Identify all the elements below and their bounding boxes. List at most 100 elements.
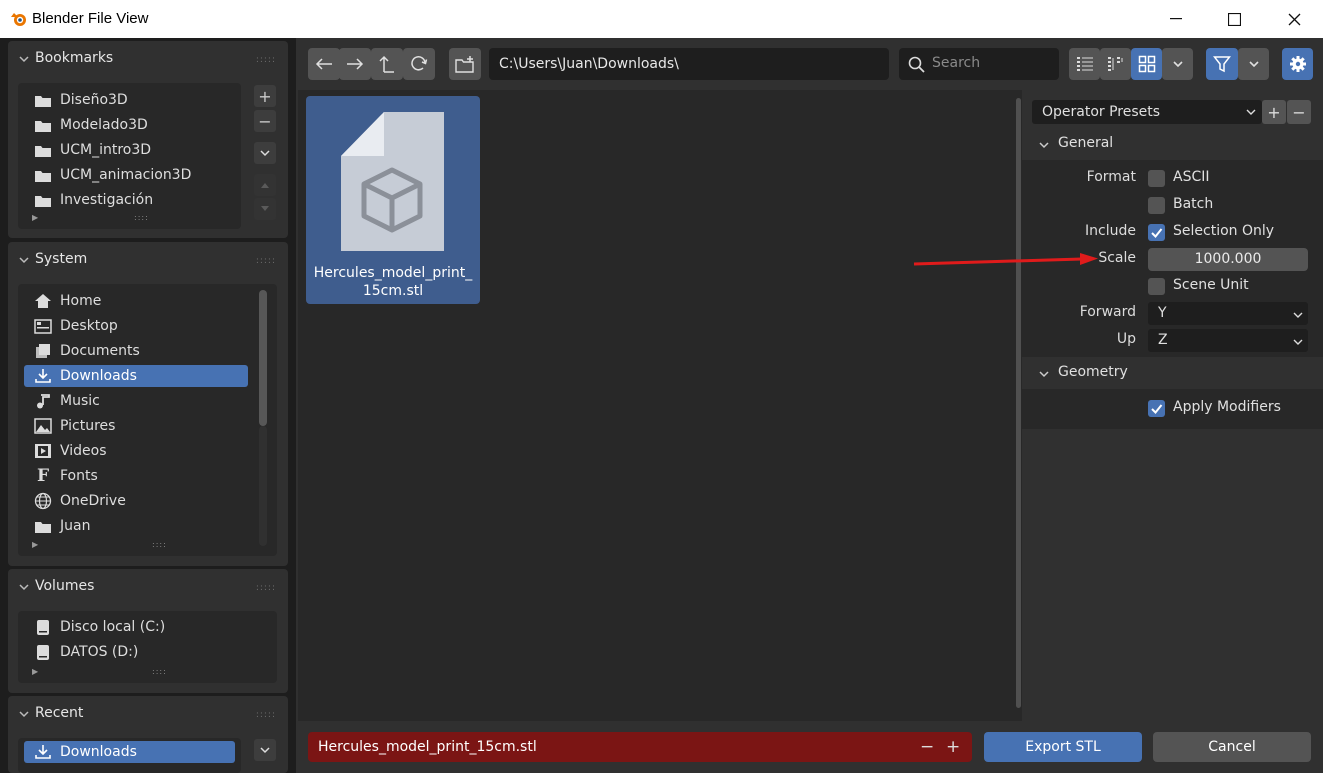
file-area-scrollbar[interactable] xyxy=(1016,98,1021,708)
filter-options-dropdown[interactable] xyxy=(1238,48,1269,80)
bookmark-item[interactable]: Modelado3D xyxy=(24,114,234,136)
system-item-downloads[interactable]: Downloads xyxy=(24,365,248,387)
system-scrollbar-track[interactable] xyxy=(259,426,267,546)
system-item-onedrive[interactable]: OneDrive xyxy=(24,490,248,512)
ascii-checkbox[interactable] xyxy=(1148,170,1165,187)
up-dropdown[interactable]: Z xyxy=(1148,329,1308,352)
move-up-button[interactable] xyxy=(254,174,276,196)
file-item[interactable]: Hercules_model_print_ 15cm.stl xyxy=(306,96,480,304)
back-button[interactable] xyxy=(308,48,340,80)
volume-item-d[interactable]: DATOS (D:) xyxy=(24,641,248,663)
videos-icon xyxy=(32,442,54,460)
disk-icon xyxy=(32,643,54,661)
system-item-fonts[interactable]: F Fonts xyxy=(24,465,248,487)
refresh-button[interactable] xyxy=(403,48,435,80)
decrement-filename-button[interactable]: − xyxy=(920,732,934,762)
volume-item-c[interactable]: Disco local (C:) xyxy=(24,616,248,638)
music-icon xyxy=(32,392,54,410)
operator-presets-dropdown[interactable]: Operator Presets xyxy=(1032,100,1262,124)
bookmark-item[interactable]: Investigación xyxy=(24,189,234,211)
recent-header[interactable]: Recent ::::: xyxy=(8,696,288,732)
search-input[interactable]: Search xyxy=(899,48,1059,80)
remove-bookmark-button[interactable]: − xyxy=(254,110,276,132)
list-vertical-icon xyxy=(1076,57,1093,71)
drag-grip-icon[interactable]: ::::: xyxy=(256,55,276,65)
display-options-dropdown[interactable] xyxy=(1162,48,1193,80)
maximize-icon xyxy=(1227,12,1241,26)
recent-menu-button[interactable] xyxy=(254,739,276,761)
chevron-down-icon xyxy=(1039,371,1049,378)
bookmarks-title: Bookmarks xyxy=(35,50,114,66)
system-scrollbar[interactable] xyxy=(259,290,267,426)
resize-grip-icon[interactable]: :::: xyxy=(152,667,167,676)
drag-grip-icon[interactable]: ::::: xyxy=(256,583,276,593)
close-icon xyxy=(1288,13,1300,25)
system-item-desktop[interactable]: Desktop xyxy=(24,315,248,337)
drag-grip-icon[interactable]: ::::: xyxy=(256,256,276,266)
remove-preset-button[interactable]: − xyxy=(1287,100,1311,124)
geometry-header[interactable]: Geometry xyxy=(1022,357,1323,389)
forward-button[interactable] xyxy=(339,48,371,80)
globe-icon xyxy=(32,492,54,510)
operator-properties-panel: Operator Presets + − General Format ASCI… xyxy=(1022,90,1323,721)
path-input[interactable]: C:\Users\Juan\Downloads\ xyxy=(489,48,889,80)
increment-filename-button[interactable]: + xyxy=(946,732,960,762)
forward-dropdown[interactable]: Y xyxy=(1148,302,1308,325)
expand-triangle-icon[interactable]: ▶ xyxy=(32,540,38,549)
system-item-pictures[interactable]: Pictures xyxy=(24,415,248,437)
system-item-label: Videos xyxy=(60,443,107,459)
file-browser-area[interactable]: Hercules_model_print_ 15cm.stl xyxy=(298,90,1022,721)
display-list-vertical-button[interactable] xyxy=(1069,48,1100,80)
bookmarks-header[interactable]: Bookmarks ::::: xyxy=(8,41,288,77)
batch-checkbox[interactable] xyxy=(1148,197,1165,214)
download-icon xyxy=(32,367,54,385)
settings-button[interactable] xyxy=(1282,48,1313,80)
display-thumbnails-button[interactable] xyxy=(1131,48,1162,80)
batch-label[interactable]: Batch xyxy=(1173,196,1213,212)
expand-triangle-icon[interactable]: ▶ xyxy=(32,213,38,222)
scale-field[interactable]: 1000.000 xyxy=(1148,248,1308,271)
bookmark-item[interactable]: UCM_intro3D xyxy=(24,139,234,161)
resize-grip-icon[interactable]: :::: xyxy=(134,213,149,222)
apply-modifiers-checkbox[interactable] xyxy=(1148,400,1165,417)
maximize-button[interactable] xyxy=(1205,0,1263,38)
volumes-header[interactable]: Volumes ::::: xyxy=(8,569,288,605)
add-bookmark-button[interactable]: + xyxy=(254,85,276,107)
display-list-horizontal-button[interactable] xyxy=(1100,48,1131,80)
bookmark-label: UCM_animacion3D xyxy=(60,167,192,183)
expand-triangle-icon[interactable]: ▶ xyxy=(32,667,38,676)
close-button[interactable] xyxy=(1265,0,1323,38)
recent-item-downloads[interactable]: Downloads xyxy=(24,741,235,763)
apply-modifiers-label[interactable]: Apply Modifiers xyxy=(1173,399,1281,415)
move-down-button[interactable] xyxy=(254,198,276,220)
scene-unit-checkbox[interactable] xyxy=(1148,278,1165,295)
operator-presets-label: Operator Presets xyxy=(1042,104,1161,120)
system-item-videos[interactable]: Videos xyxy=(24,440,248,462)
general-header[interactable]: General xyxy=(1022,128,1323,160)
drag-grip-icon[interactable]: ::::: xyxy=(256,710,276,720)
resize-grip-icon[interactable]: :::: xyxy=(152,540,167,549)
system-item-juan[interactable]: Juan xyxy=(24,515,248,537)
bookmark-item[interactable]: UCM_animacion3D xyxy=(24,164,234,186)
add-preset-button[interactable]: + xyxy=(1262,100,1286,124)
filename-input[interactable]: Hercules_model_print_15cm.stl − + xyxy=(308,732,972,762)
filter-toggle-button[interactable] xyxy=(1206,48,1238,80)
minimize-button[interactable] xyxy=(1147,0,1205,38)
system-item-music[interactable]: Music xyxy=(24,390,248,412)
selection-only-checkbox[interactable] xyxy=(1148,224,1165,241)
new-folder-button[interactable] xyxy=(449,48,481,80)
system-item-home[interactable]: Home xyxy=(24,290,248,312)
bookmarks-panel: Bookmarks ::::: Diseño3D Modelado3D UCM_… xyxy=(8,41,288,238)
sidebar: Bookmarks ::::: Diseño3D Modelado3D UCM_… xyxy=(0,38,296,773)
system-item-documents[interactable]: Documents xyxy=(24,340,248,362)
ascii-label[interactable]: ASCII xyxy=(1173,169,1210,185)
system-header[interactable]: System ::::: xyxy=(8,242,288,278)
selection-only-label[interactable]: Selection Only xyxy=(1173,223,1274,239)
scene-unit-label[interactable]: Scene Unit xyxy=(1173,277,1249,293)
bookmark-menu-button[interactable] xyxy=(254,142,276,164)
parent-directory-button[interactable] xyxy=(371,48,403,80)
folder-icon xyxy=(32,166,54,184)
cancel-button[interactable]: Cancel xyxy=(1153,732,1311,762)
export-stl-button[interactable]: Export STL xyxy=(984,732,1142,762)
bookmark-item[interactable]: Diseño3D xyxy=(24,89,234,111)
